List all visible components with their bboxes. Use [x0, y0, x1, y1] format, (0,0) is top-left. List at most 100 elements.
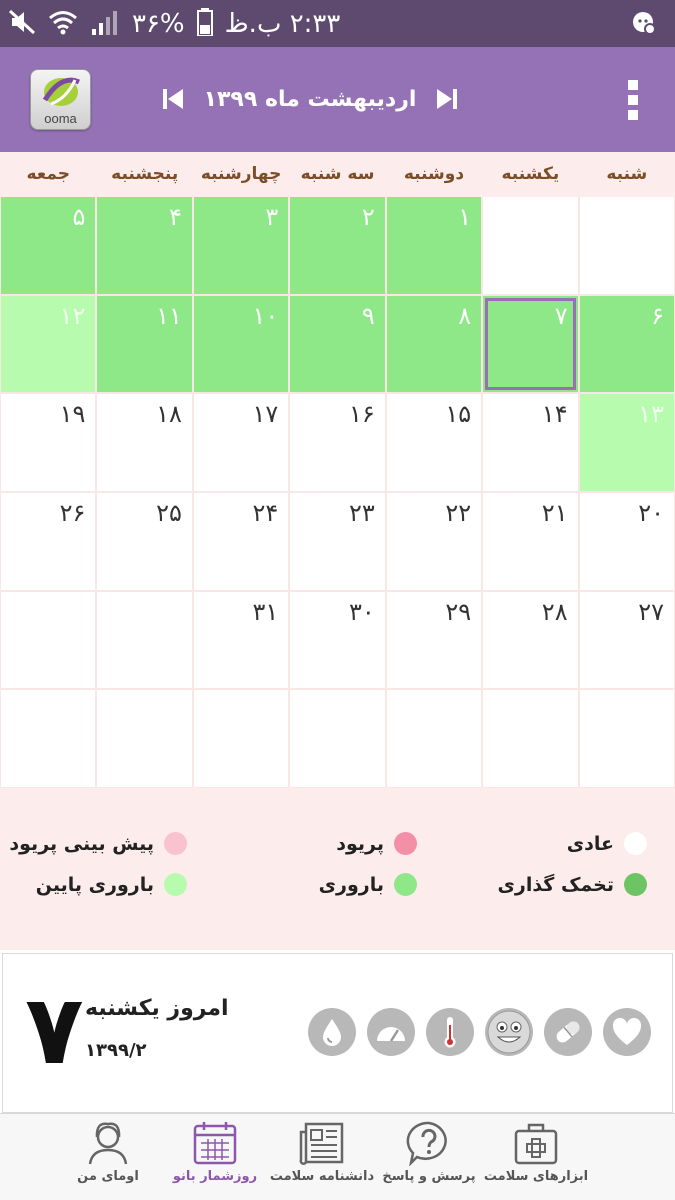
overflow-menu-button[interactable]: [621, 77, 645, 123]
day-number: ۲۵: [156, 498, 182, 527]
calendar-day[interactable]: ۲۲: [386, 492, 482, 590]
calendar-day[interactable]: ۱۹: [1, 394, 96, 491]
calendar-day[interactable]: ۱۰: [193, 295, 289, 393]
calendar-day[interactable]: ۳۱: [193, 591, 289, 689]
today-weekday-label: امروز یکشنبه: [85, 996, 229, 1021]
status-left-group: ۲:۳۳ ب.ظ ۳۶%: [8, 8, 340, 40]
user-profile-icon: [88, 1122, 128, 1165]
calendar-day-today[interactable]: ۷: [483, 295, 578, 393]
calendar-day[interactable]: ۲۹: [386, 591, 482, 689]
calendar-day[interactable]: ۶: [579, 295, 674, 393]
legend-dot-ovulation: [624, 873, 647, 896]
calendar-day[interactable]: ۲۱: [483, 492, 578, 590]
calendar-day-empty: [1, 690, 96, 787]
calendar-day[interactable]: ۲: [290, 197, 385, 294]
legend-dot-fertile: [394, 873, 417, 896]
calendar-day-empty: [97, 690, 192, 787]
nav-health-tools[interactable]: ابزارهای سلامت: [484, 1120, 588, 1184]
nav-calendar[interactable]: روزشمار بانو: [165, 1120, 265, 1184]
day-number: ۷: [554, 301, 568, 330]
ooma-logo[interactable]: ooma: [30, 69, 91, 130]
next-month-button[interactable]: [434, 86, 460, 112]
battery-icon: [196, 8, 213, 40]
calendar-day[interactable]: ۱۲: [1, 295, 96, 393]
heart-icon[interactable]: [603, 1008, 651, 1056]
day-number: ۱۴: [541, 400, 568, 429]
mood-smiley-icon[interactable]: [485, 1008, 533, 1056]
day-number: ۳۰: [348, 597, 375, 626]
calendar-day-empty: [290, 690, 385, 787]
today-day-number: ۷: [25, 974, 84, 1086]
day-number: ۱۸: [156, 400, 182, 429]
drop-icon[interactable]: [308, 1008, 356, 1056]
calendar-day[interactable]: ۱۴: [483, 394, 578, 491]
day-number: ۲۶: [59, 498, 86, 527]
calendar-day[interactable]: ۱۳: [579, 394, 674, 491]
nav-encyclopedia[interactable]: دانشنامه سلامت: [270, 1120, 374, 1184]
weekday-monday: دوشنبه: [403, 164, 465, 184]
calendar-day[interactable]: ۹: [290, 295, 385, 393]
today-panel: ۷ امروز یکشنبه ۱۳۹۹/۲: [2, 953, 673, 1113]
calendar-day[interactable]: ۱۷: [193, 394, 289, 491]
wifi-icon: [48, 9, 78, 39]
more-vertical-icon: [628, 80, 638, 120]
calendar-day-empty: [193, 690, 289, 787]
legend-ovulation: تخمک گذاری: [497, 873, 647, 896]
calendar-day[interactable]: ۱۱: [97, 295, 192, 393]
logo-text: ooma: [44, 111, 77, 126]
thermometer-icon[interactable]: [426, 1008, 474, 1056]
day-number: ۱۵: [445, 400, 472, 429]
weekday-tuesday: سه شنبه: [300, 164, 375, 184]
day-number: ۲۲: [445, 498, 472, 527]
calendar-day[interactable]: ۲۷: [579, 591, 674, 689]
calendar-day[interactable]: ۳۰: [290, 591, 385, 689]
calendar-icon: [193, 1122, 237, 1165]
calendar-legend: عادی پریود پیش بینی پریود تخمک گذاری بار…: [0, 788, 675, 950]
day-number: ۲۳: [348, 498, 375, 527]
calendar-day[interactable]: ۱۵: [386, 394, 482, 491]
day-number: ۱۱: [156, 301, 182, 330]
weekday-saturday: شنبه: [606, 164, 648, 184]
calendar-day[interactable]: ۳: [193, 197, 289, 294]
calendar-day[interactable]: ۲۴: [193, 492, 289, 590]
bottom-navigation: اومای من روزشمار بانو دانشنامه سلامت پرس…: [0, 1113, 675, 1200]
signal-icon: [90, 9, 120, 39]
prev-month-button[interactable]: [160, 86, 186, 112]
nav-question-answer[interactable]: پرسش و پاسخ: [379, 1120, 479, 1184]
calendar-day[interactable]: ۲۵: [97, 492, 192, 590]
day-number: ۲۹: [445, 597, 472, 626]
calendar-day[interactable]: ۲۳: [290, 492, 385, 590]
calendar-grid: ۱ ۲ ۳ ۴ ۵ ۶ ۷ ۸ ۹ ۱۰ ۱۱ ۱۲ ۱۳ ۱۴ ۱۵ ۱۶ ۱…: [0, 197, 675, 788]
day-number: ۵: [72, 203, 86, 231]
calendar-day[interactable]: ۵: [1, 197, 96, 294]
day-number: ۲: [361, 203, 375, 231]
day-number: ۹: [361, 301, 375, 330]
day-number: ۱۷: [252, 400, 279, 429]
day-number: ۲۴: [252, 498, 279, 527]
app-header: ooma اردیبهشت ماه ۱۳۹۹: [0, 47, 675, 152]
calendar-day[interactable]: ۴: [97, 197, 192, 294]
month-title: اردیبهشت ماه ۱۳۹۹: [203, 86, 417, 112]
day-number: ۳: [265, 203, 279, 231]
calendar-day[interactable]: ۱۸: [97, 394, 192, 491]
calendar-day-empty: [483, 197, 578, 294]
calendar-day-empty: [1, 591, 96, 689]
calendar-day[interactable]: ۸: [386, 295, 482, 393]
weekday-header: شنبه یکشنبه دوشنبه سه شنبه چهارشنبه پنجش…: [0, 152, 675, 197]
nav-my-ooma[interactable]: اومای من: [58, 1120, 158, 1184]
calendar-day[interactable]: ۱: [386, 197, 482, 294]
day-number: ۳۱: [252, 597, 279, 626]
scale-icon[interactable]: [367, 1008, 415, 1056]
today-date: ۱۳۹۹/۲: [85, 1040, 147, 1061]
calendar-day[interactable]: ۱۶: [290, 394, 385, 491]
calendar-day[interactable]: ۲۸: [483, 591, 578, 689]
app-root: ۲:۳۳ ب.ظ ۳۶% ooma اردیبهشت ماه ۱۳۹۹ شنبه…: [0, 0, 675, 1200]
calendar-day[interactable]: ۲۰: [579, 492, 674, 590]
day-number: ۲۱: [541, 498, 568, 527]
day-number: ۲۷: [638, 597, 664, 626]
calendar-day[interactable]: ۲۶: [1, 492, 96, 590]
weekday-sunday: یکشنبه: [501, 164, 560, 184]
pill-icon[interactable]: [544, 1008, 592, 1056]
legend-low-fertile: باروری پایین: [36, 873, 187, 896]
skip-previous-icon: [163, 89, 183, 109]
